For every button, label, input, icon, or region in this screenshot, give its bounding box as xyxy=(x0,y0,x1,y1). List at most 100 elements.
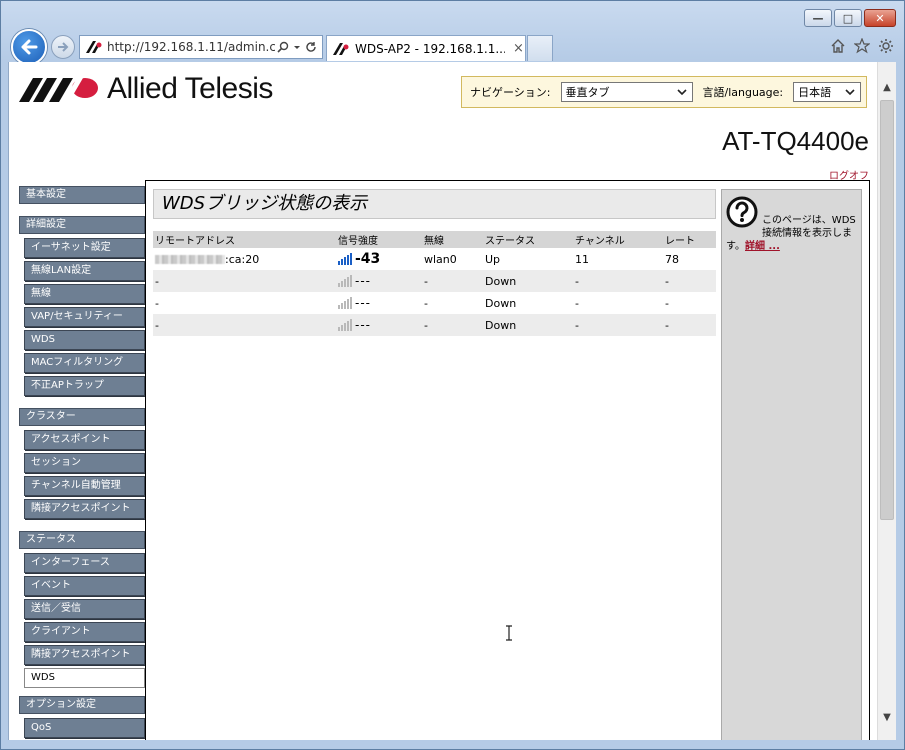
sidebar-item-events[interactable]: イベント xyxy=(24,576,145,596)
sidebar-header-options[interactable]: オプション設定 xyxy=(19,696,145,714)
sidebar-item-basic-settings[interactable]: 基本設定 xyxy=(19,186,145,204)
cell-status: Down xyxy=(483,270,573,292)
sidebar-item-qos[interactable]: QoS xyxy=(24,718,145,738)
url-text[interactable]: http://192.168.1.11/admin.c xyxy=(107,40,275,54)
signal-strength-icon xyxy=(338,253,352,265)
table-row: - --- - Down - - xyxy=(153,314,716,336)
sidebar-item-clients[interactable]: クライアント xyxy=(24,622,145,642)
cell-channel: 11 xyxy=(575,252,589,266)
table-row: - --- - Down - - xyxy=(153,292,716,314)
search-icon[interactable] xyxy=(277,41,289,53)
cell-address: - xyxy=(155,296,159,310)
allied-telesis-favicon-icon xyxy=(86,41,102,53)
new-tab-button[interactable] xyxy=(527,35,553,61)
close-icon: ✕ xyxy=(875,11,885,25)
tab-wds-ap2[interactable]: WDS-AP2 - 192.168.1.1... × xyxy=(326,35,526,61)
cell-radio: - xyxy=(424,296,428,310)
sidebar-header-cluster[interactable]: クラスター xyxy=(19,408,145,426)
minimize-button[interactable]: — xyxy=(804,9,832,27)
language-select-value: 日本語 xyxy=(798,86,832,99)
cell-address: - xyxy=(153,314,336,336)
help-question-icon xyxy=(726,196,758,228)
cell-rate: - xyxy=(663,270,716,292)
sidebar-header-status[interactable]: ステータス xyxy=(19,531,145,549)
column-channel: チャンネル xyxy=(573,231,663,248)
column-remote-address: リモートアドレス xyxy=(153,231,336,248)
cell-address: - xyxy=(153,270,336,292)
signal-strength-icon xyxy=(338,297,352,309)
sidebar-item-cluster-neighbor-ap[interactable]: 隣接アクセスポイント xyxy=(24,499,145,519)
brand-logo: Allied Telesis xyxy=(19,72,273,106)
window-controls: — □ ✕ xyxy=(804,9,896,27)
forward-button[interactable] xyxy=(51,35,75,59)
cell-signal: --- xyxy=(336,314,422,336)
navigation-language-bar: ナビゲーション: 垂直タブ 言語/language: 日本語 xyxy=(461,76,867,108)
sidebar-header-advanced[interactable]: 詳細設定 xyxy=(19,216,145,234)
scroll-down-icon[interactable]: ▼ xyxy=(878,708,896,726)
refresh-icon[interactable] xyxy=(305,41,317,53)
table-header-row: リモートアドレス 信号強度 無線 ステータス チャンネル レート xyxy=(153,231,716,248)
tab-title: WDS-AP2 - 192.168.1.1... xyxy=(355,41,505,56)
back-button[interactable] xyxy=(11,29,47,65)
sidebar-item-cluster-ap[interactable]: アクセスポイント xyxy=(24,430,145,450)
cell-radio: wlan0 xyxy=(424,252,457,266)
column-status: ステータス xyxy=(483,231,573,248)
sidebar-item-radio[interactable]: 無線 xyxy=(24,284,145,304)
help-panel: このページは、WDS接続情報を表示します。詳細 ... xyxy=(721,189,862,740)
chevron-down-icon[interactable] xyxy=(293,41,301,53)
sidebar-item-interface[interactable]: インターフェース xyxy=(24,553,145,573)
allied-telesis-logo-icon xyxy=(19,78,98,102)
content-frame: WDSブリッジ状態の表示 リモートアドレス 信号強度 無線 ステータス チャンネ… xyxy=(145,180,870,740)
scroll-up-icon[interactable]: ▲ xyxy=(878,78,896,96)
column-radio: 無線 xyxy=(422,231,483,248)
address-actions xyxy=(277,41,317,53)
masked-address xyxy=(155,255,225,264)
address-bar[interactable]: http://192.168.1.11/admin.c xyxy=(79,35,323,59)
maximize-button[interactable]: □ xyxy=(834,9,862,27)
navigation-select-value: 垂直タブ xyxy=(565,86,610,99)
sidebar-item-status-neighbor-ap[interactable]: 隣接アクセスポイント xyxy=(24,645,145,665)
table-row: - --- - Down - - xyxy=(153,270,716,292)
page-title: WDSブリッジ状態の表示 xyxy=(153,189,716,219)
gear-icon[interactable] xyxy=(878,38,894,54)
arrow-right-icon xyxy=(58,42,69,52)
browser-toolbar-icons xyxy=(830,38,894,54)
cell-radio: - xyxy=(422,270,483,292)
cell-signal: --- xyxy=(336,270,422,292)
column-signal: 信号強度 xyxy=(336,231,422,248)
column-rate: レート xyxy=(663,231,716,248)
sidebar-item-ethernet[interactable]: イーサネット設定 xyxy=(24,238,145,258)
allied-telesis-favicon-icon xyxy=(333,42,349,55)
sidebar-item-tx-rx[interactable]: 送信／受信 xyxy=(24,599,145,619)
sidebar-item-session[interactable]: セッション xyxy=(24,453,145,473)
sidebar-item-wireless-lan[interactable]: 無線LAN設定 xyxy=(24,261,145,281)
maximize-icon: □ xyxy=(842,11,854,25)
chevron-down-icon xyxy=(845,89,855,96)
sidebar: 基本設定 詳細設定 イーサネット設定 無線LAN設定 無線 VAP/セキュリティ… xyxy=(19,186,145,738)
home-icon[interactable] xyxy=(830,38,846,54)
chevron-down-icon xyxy=(676,89,687,96)
help-more-link[interactable]: 詳細 ... xyxy=(745,241,780,252)
cell-status: Up xyxy=(485,252,501,266)
page-viewport: Allied Telesis ナビゲーション: 垂直タブ 言語/language… xyxy=(8,62,877,740)
cell-channel: - xyxy=(573,314,663,336)
tab-close-icon[interactable]: × xyxy=(513,41,524,56)
sidebar-item-wds-status[interactable]: WDS xyxy=(24,668,145,688)
cell-rate: 78 xyxy=(665,252,679,266)
arrow-left-icon xyxy=(21,39,38,55)
close-window-button[interactable]: ✕ xyxy=(864,9,896,27)
vertical-scrollbar[interactable]: ▲ ▼ xyxy=(877,62,896,740)
navigation-select[interactable]: 垂直タブ xyxy=(560,82,693,102)
brand-name: Allied Telesis xyxy=(107,72,273,105)
sidebar-item-vap-security[interactable]: VAP/セキュリティー xyxy=(24,307,145,327)
cell-status: Down xyxy=(483,314,573,336)
navigation-label: ナビゲーション: xyxy=(470,86,551,99)
cell-rate: - xyxy=(665,296,669,310)
language-select[interactable]: 日本語 xyxy=(793,82,862,102)
sidebar-item-mac-filtering[interactable]: MACフィルタリング xyxy=(24,353,145,373)
scrollbar-thumb[interactable] xyxy=(880,100,894,520)
sidebar-item-rogue-ap[interactable]: 不正APトラップ xyxy=(24,376,145,396)
sidebar-item-channel-management[interactable]: チャンネル自動管理 xyxy=(24,476,145,496)
sidebar-item-wds-config[interactable]: WDS xyxy=(24,330,145,350)
favorites-star-icon[interactable] xyxy=(854,38,870,54)
